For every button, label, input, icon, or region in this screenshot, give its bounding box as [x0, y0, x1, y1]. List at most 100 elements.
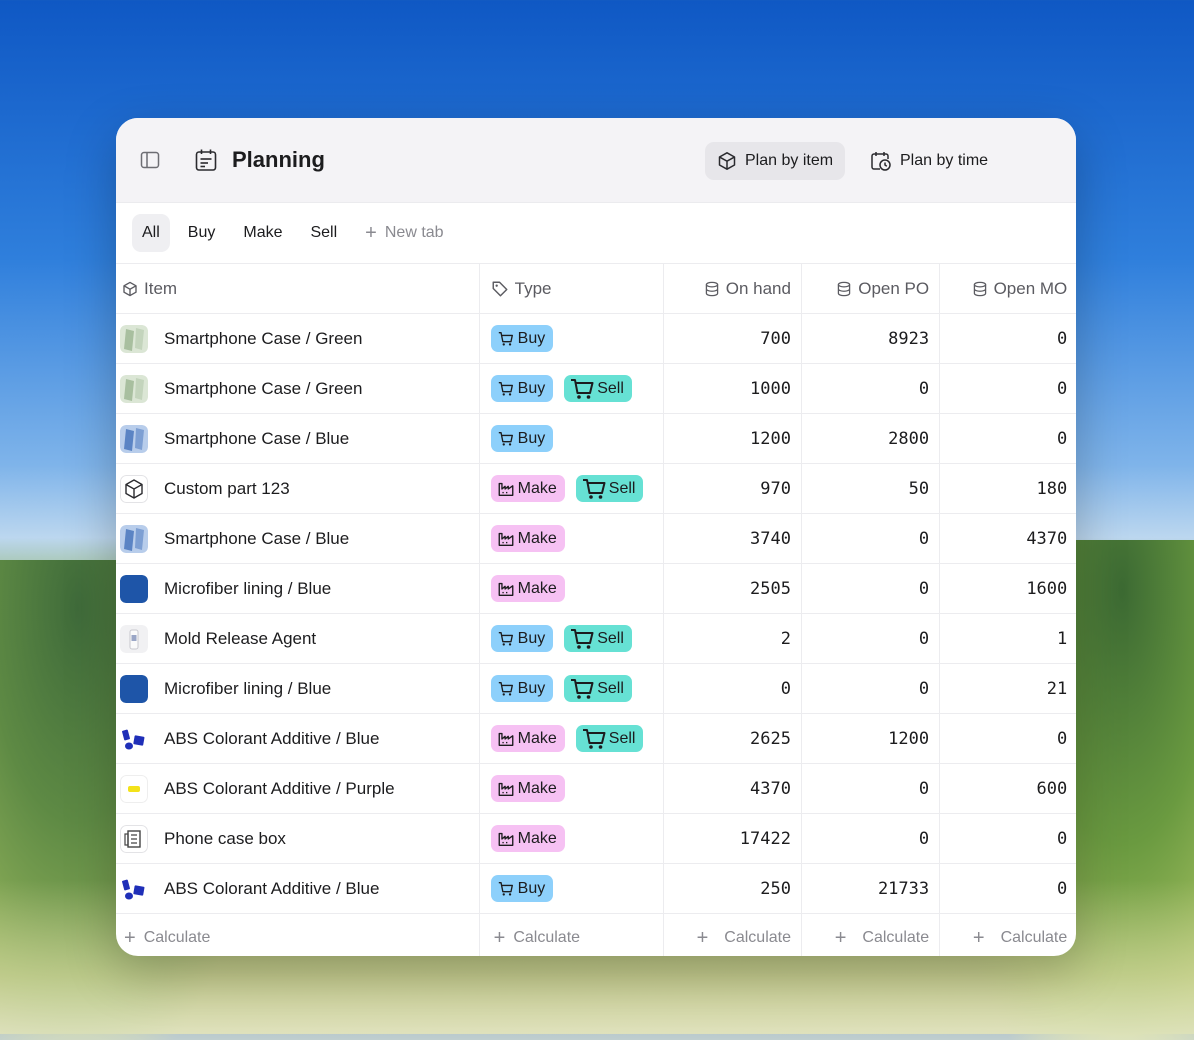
table-row[interactable]: Smartphone Case / Blue Make 3740 0 4370 [116, 513, 1076, 564]
on-hand-cell[interactable]: 17422 [663, 813, 802, 864]
tab-sell[interactable]: Sell [300, 214, 347, 252]
type-badge-make[interactable]: Make [490, 475, 565, 502]
open-mo-cell[interactable]: 600 [939, 763, 1076, 814]
type-badge-buy[interactable]: Buy [490, 875, 554, 902]
on-hand-cell[interactable]: 970 [663, 463, 802, 514]
tab-all[interactable]: All [132, 214, 170, 252]
open-po-cell[interactable]: 2800 [801, 413, 941, 464]
item-cell[interactable]: Smartphone Case / Green [116, 363, 480, 414]
type-badge-buy[interactable]: Buy [490, 675, 554, 702]
on-hand-cell[interactable]: 2505 [663, 563, 802, 614]
calculate-item[interactable]: + Calculate [116, 913, 480, 956]
on-hand-cell[interactable]: 2625 [663, 713, 802, 764]
sidebar-toggle-icon[interactable] [140, 150, 160, 170]
table-row[interactable]: Custom part 123 Make Sell 970 50 180 [116, 463, 1076, 514]
type-cell[interactable]: Make Sell [479, 463, 664, 514]
open-mo-cell[interactable]: 0 [939, 713, 1076, 764]
type-badge-sell[interactable]: Sell [575, 725, 644, 752]
table-row[interactable]: ABS Colorant Additive / Purple Make 4370 0 6… [116, 763, 1076, 814]
column-header-on-hand[interactable]: On hand [663, 264, 802, 314]
table-row[interactable]: Microfiber lining / Blue Make 2505 0 1600 [116, 563, 1076, 614]
on-hand-cell[interactable]: 2 [663, 613, 802, 664]
open-po-cell[interactable]: 0 [801, 563, 941, 614]
open-mo-cell[interactable]: 1 [939, 613, 1076, 664]
type-cell[interactable]: Make [479, 813, 664, 864]
on-hand-cell[interactable]: 4370 [663, 763, 802, 814]
type-cell[interactable]: Buy [479, 313, 664, 364]
open-po-cell[interactable]: 50 [801, 463, 941, 514]
on-hand-cell[interactable]: 1200 [663, 413, 802, 464]
type-cell[interactable]: Make Sell [479, 713, 664, 764]
table-row[interactable]: Smartphone Case / Green Buy 700 8923 0 [116, 313, 1076, 364]
type-badge-buy[interactable]: Buy [490, 325, 554, 352]
calculate-on-hand[interactable]: + Calculate [663, 913, 802, 956]
open-po-cell[interactable]: 0 [801, 613, 941, 664]
open-po-cell[interactable]: 0 [801, 663, 941, 714]
type-cell[interactable]: Make [479, 513, 664, 564]
open-mo-cell[interactable]: 0 [939, 413, 1076, 464]
open-po-cell[interactable]: 0 [801, 513, 941, 564]
item-cell[interactable]: Smartphone Case / Blue [116, 413, 480, 464]
on-hand-cell[interactable]: 1000 [663, 363, 802, 414]
item-cell[interactable]: Smartphone Case / Green [116, 313, 480, 364]
table-row[interactable]: Smartphone Case / Blue Buy 1200 2800 0 [116, 413, 1076, 464]
type-badge-sell[interactable]: Sell [564, 375, 632, 402]
item-cell[interactable]: Custom part 123 [116, 463, 480, 514]
column-header-type[interactable]: Type [479, 264, 664, 314]
on-hand-cell[interactable]: 3740 [663, 513, 802, 564]
on-hand-cell[interactable]: 700 [663, 313, 802, 364]
open-po-cell[interactable]: 0 [801, 813, 941, 864]
type-badge-make[interactable]: Make [490, 575, 565, 602]
type-cell[interactable]: Buy [479, 413, 664, 464]
item-cell[interactable]: Smartphone Case / Blue [116, 513, 480, 564]
plan-by-item-button[interactable]: Plan by item [705, 142, 846, 180]
table-row[interactable]: Smartphone Case / Green Buy Sell 1000 0 0 [116, 363, 1076, 414]
type-badge-make[interactable]: Make [490, 825, 565, 852]
open-mo-cell[interactable]: 0 [939, 863, 1076, 914]
tab-buy[interactable]: Buy [178, 214, 226, 252]
type-cell[interactable]: Make [479, 763, 664, 814]
type-badge-make[interactable]: Make [490, 725, 565, 752]
open-mo-cell[interactable]: 0 [939, 363, 1076, 414]
calculate-open-po[interactable]: + Calculate [801, 913, 941, 956]
type-badge-sell[interactable]: Sell [564, 625, 632, 652]
open-po-cell[interactable]: 0 [801, 363, 941, 414]
on-hand-cell[interactable]: 250 [663, 863, 802, 914]
open-mo-cell[interactable]: 4370 [939, 513, 1076, 564]
item-cell[interactable]: ABS Colorant Additive / Purple [116, 763, 480, 814]
table-row[interactable]: Mold Release Agent Buy Sell 2 0 1 [116, 613, 1076, 664]
column-header-item[interactable]: Item [116, 264, 480, 314]
type-cell[interactable]: Buy Sell [479, 363, 664, 414]
type-badge-sell[interactable]: Sell [564, 675, 632, 702]
calculate-open-mo[interactable]: + Calculate [939, 913, 1076, 956]
type-badge-buy[interactable]: Buy [490, 375, 554, 402]
open-mo-cell[interactable]: 0 [939, 813, 1076, 864]
plan-by-time-button[interactable]: Plan by time [858, 142, 1000, 180]
type-badge-make[interactable]: Make [490, 525, 565, 552]
type-cell[interactable]: Buy Sell [479, 613, 664, 664]
item-cell[interactable]: Phone case box [116, 813, 480, 864]
type-cell[interactable]: Buy Sell [479, 663, 664, 714]
open-mo-cell[interactable]: 1600 [939, 563, 1076, 614]
table-row[interactable]: Microfiber lining / Blue Buy Sell 0 0 21 [116, 663, 1076, 714]
column-header-open-po[interactable]: Open PO [801, 264, 941, 314]
column-header-open-mo[interactable]: Open MO [939, 264, 1076, 314]
table-row[interactable]: ABS Colorant Additive / Blue Buy 250 21733 0 [116, 863, 1076, 914]
open-mo-cell[interactable]: 21 [939, 663, 1076, 714]
open-po-cell[interactable]: 1200 [801, 713, 941, 764]
table-row[interactable]: Phone case box Make 17422 0 0 [116, 813, 1076, 864]
new-tab-button[interactable]: + New tab [355, 214, 453, 252]
type-badge-sell[interactable]: Sell [575, 475, 644, 502]
on-hand-cell[interactable]: 0 [663, 663, 802, 714]
open-mo-cell[interactable]: 180 [939, 463, 1076, 514]
item-cell[interactable]: Microfiber lining / Blue [116, 563, 480, 614]
item-cell[interactable]: Microfiber lining / Blue [116, 663, 480, 714]
open-po-cell[interactable]: 0 [801, 763, 941, 814]
item-cell[interactable]: ABS Colorant Additive / Blue [116, 713, 480, 764]
open-po-cell[interactable]: 21733 [801, 863, 941, 914]
item-cell[interactable]: Mold Release Agent [116, 613, 480, 664]
table-row[interactable]: ABS Colorant Additive / Blue Make Sell 2625… [116, 713, 1076, 764]
open-po-cell[interactable]: 8923 [801, 313, 941, 364]
open-mo-cell[interactable]: 0 [939, 313, 1076, 364]
calculate-type[interactable]: + Calculate [479, 913, 664, 956]
